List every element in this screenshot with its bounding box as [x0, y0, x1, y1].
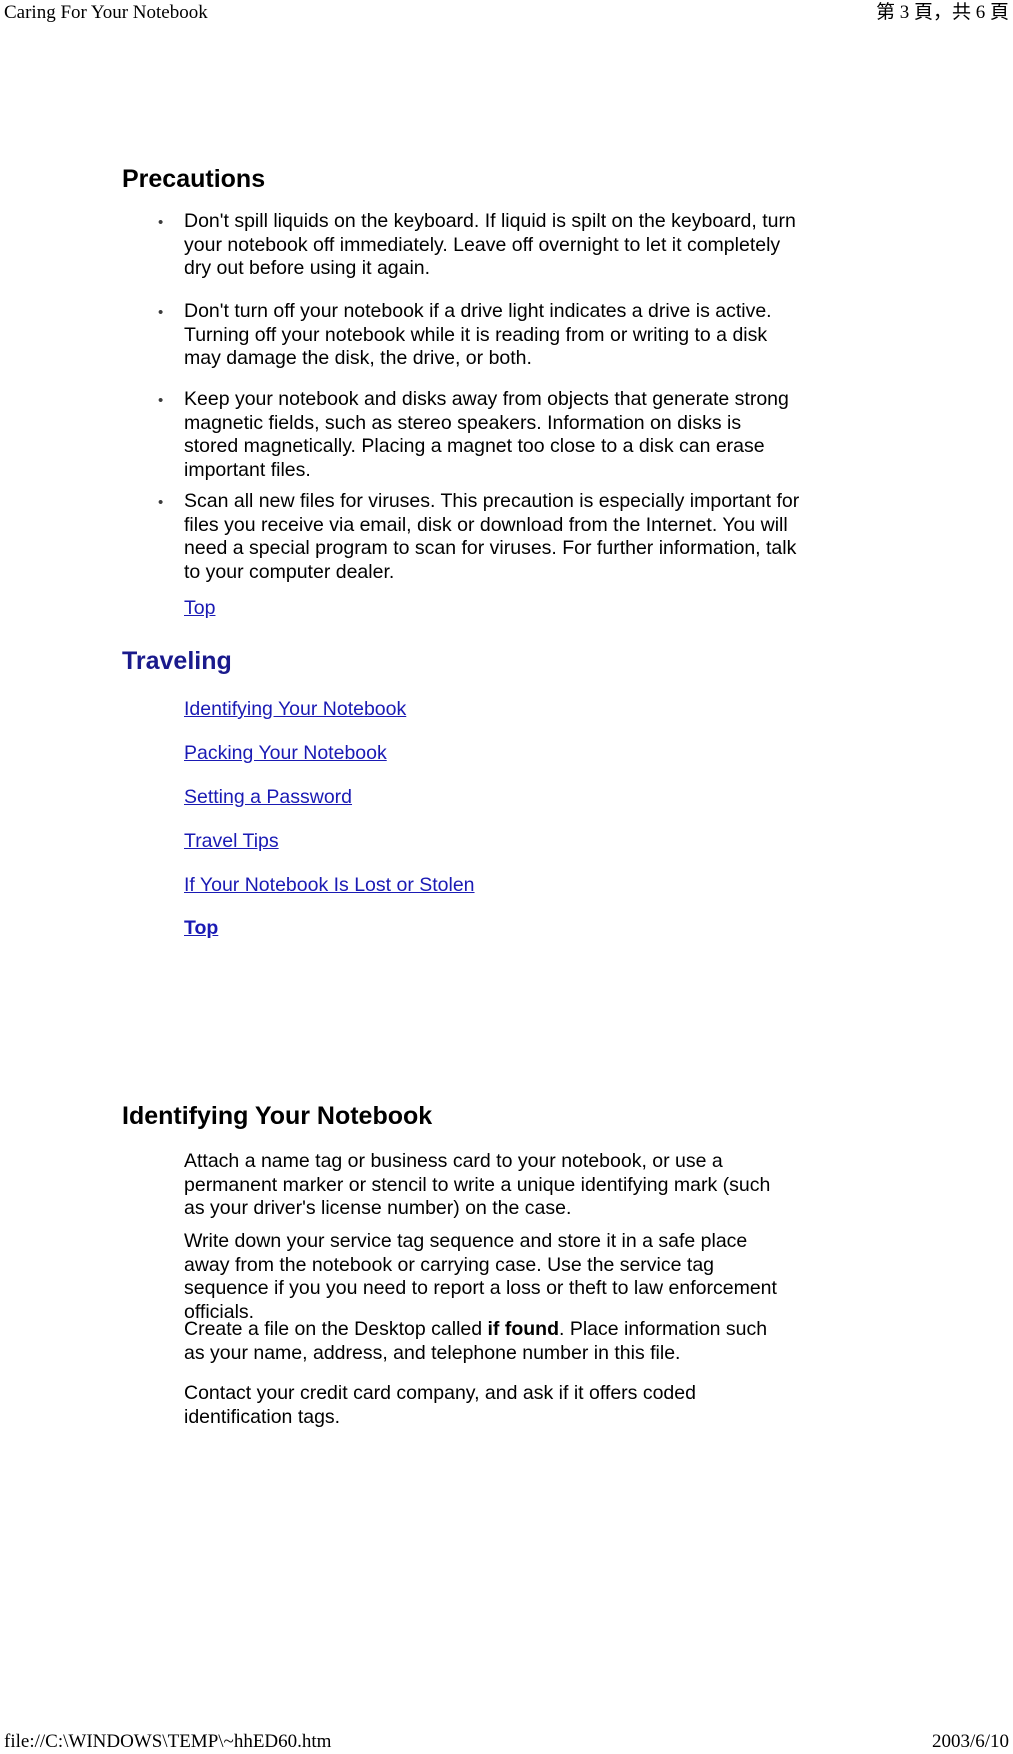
- precaution-text: Keep your notebook and disks away from o…: [184, 388, 789, 481]
- traveling-link-identifying-your-notebook[interactable]: Identifying Your Notebook: [184, 698, 406, 722]
- list-item: • Keep your notebook and disks away from…: [140, 388, 800, 482]
- precaution-text: Scan all new files for viruses. This pre…: [184, 490, 800, 583]
- identifying-paragraph: Create a file on the Desktop called if f…: [184, 1318, 776, 1365]
- bullet-icon: •: [158, 304, 164, 321]
- traveling-link-if-your-notebook-is-lost-or-stolen[interactable]: If Your Notebook Is Lost or Stolen: [184, 874, 475, 898]
- page-footer: file://C:\WINDOWS\TEMP\~hhED60.htm 2003/…: [0, 1731, 1013, 1753]
- top-link-traveling[interactable]: Top: [184, 917, 218, 941]
- identifying-paragraph: Write down your service tag sequence and…: [184, 1230, 777, 1323]
- bullet-icon: •: [158, 214, 164, 231]
- identifying-paragraph-lead: Create a file on the Desktop called: [184, 1318, 488, 1340]
- traveling-link-packing-your-notebook[interactable]: Packing Your Notebook: [184, 742, 387, 766]
- list-item: • Don't spill liquids on the keyboard. I…: [140, 210, 800, 281]
- top-link-precautions[interactable]: Top: [184, 597, 215, 621]
- list-item: • Scan all new files for viruses. This p…: [140, 490, 800, 584]
- page-footer-file-path: file://C:\WINDOWS\TEMP\~hhED60.htm: [4, 1731, 332, 1752]
- traveling-link-travel-tips[interactable]: Travel Tips: [184, 830, 279, 854]
- page-header-title: Caring For Your Notebook: [4, 2, 208, 23]
- page-header-pagination: 第 3 頁，共 6 頁: [875, 2, 1009, 23]
- list-item: • Don't turn off your notebook if a driv…: [140, 300, 800, 371]
- page-header: Caring For Your Notebook 第 3 頁，共 6 頁: [0, 2, 1013, 24]
- identifying-paragraph: Contact your credit card company, and as…: [184, 1382, 696, 1428]
- precaution-text: Don't spill liquids on the keyboard. If …: [184, 210, 796, 279]
- precautions-heading: Precautions: [122, 165, 266, 193]
- precaution-text: Don't turn off your notebook if a drive …: [184, 300, 772, 369]
- identifying-paragraph: Attach a name tag or business card to yo…: [184, 1150, 771, 1219]
- bullet-icon: •: [158, 392, 164, 409]
- page-footer-date: 2003/6/10: [931, 1731, 1009, 1752]
- traveling-link-setting-a-password[interactable]: Setting a Password: [184, 786, 352, 810]
- traveling-heading: Traveling: [122, 647, 232, 675]
- if-found-filename: if found: [487, 1318, 559, 1340]
- bullet-icon: •: [158, 494, 164, 511]
- identifying-your-notebook-heading: Identifying Your Notebook: [122, 1102, 433, 1130]
